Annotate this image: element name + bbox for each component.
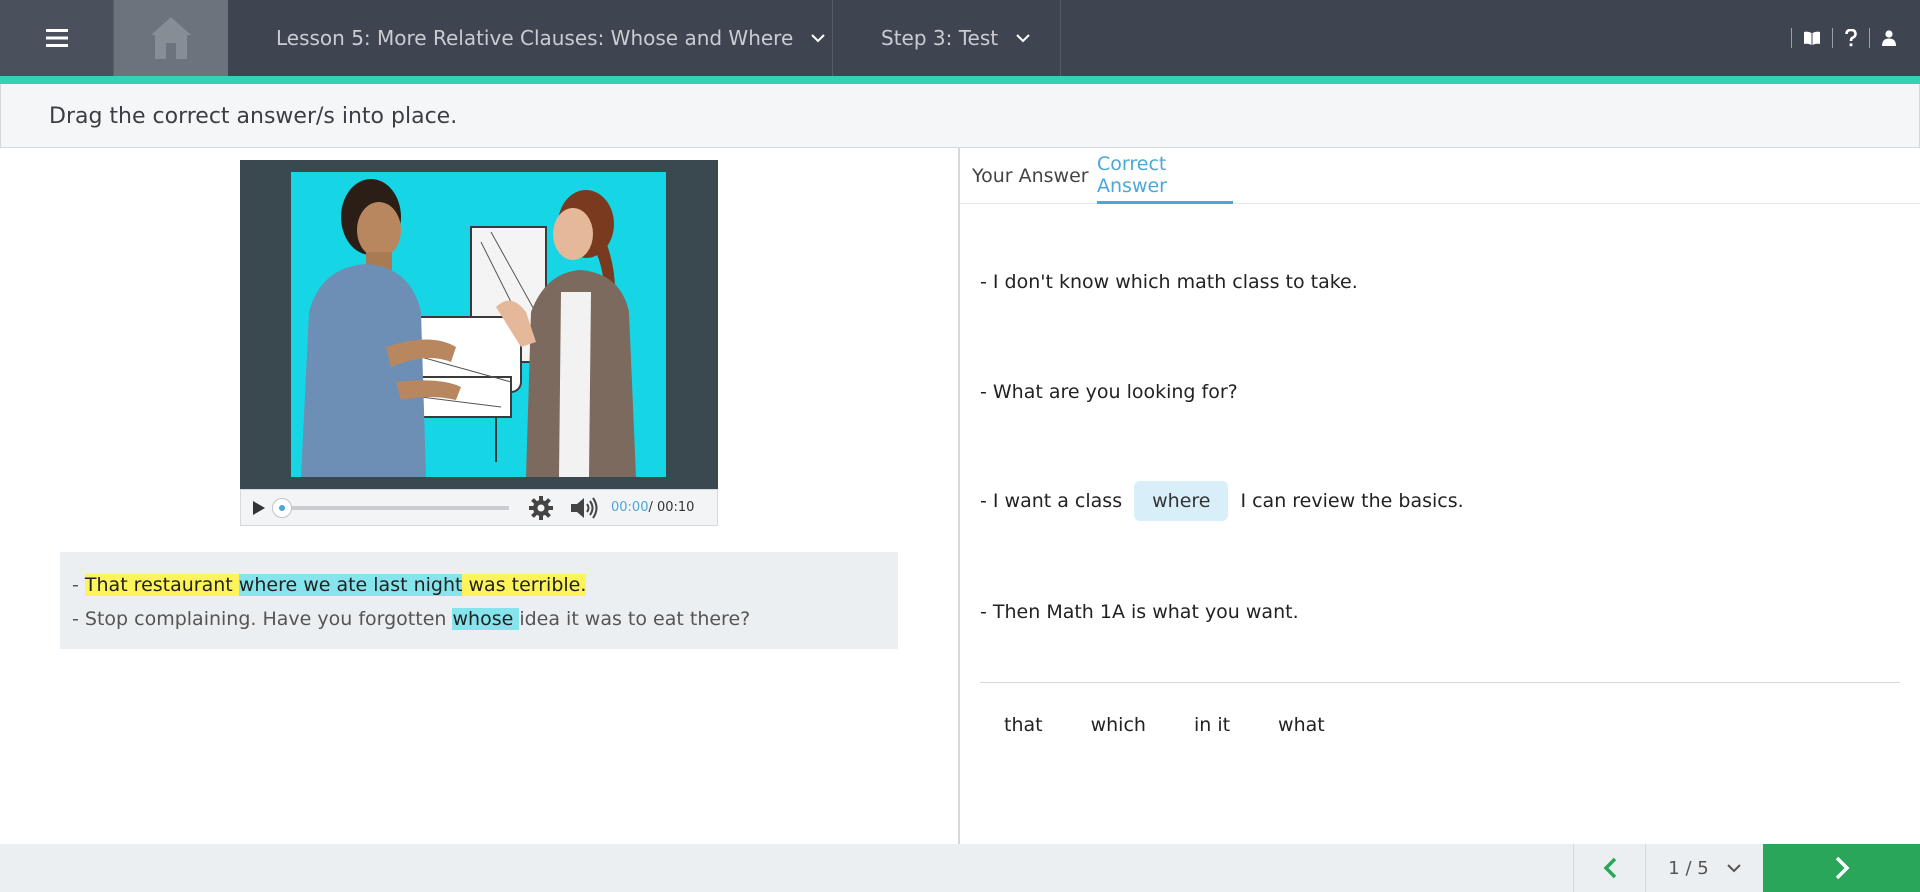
- dialogue-line-4: - Then Math 1A is what you want.: [980, 601, 1299, 623]
- lesson-dropdown[interactable]: Lesson 5: More Relative Clauses: Whose a…: [228, 0, 833, 76]
- lesson-title: Lesson 5: More Relative Clauses: Whose a…: [276, 26, 794, 50]
- chevron-down-icon: [1726, 863, 1741, 873]
- tab-your-answer[interactable]: Your Answer: [972, 148, 1089, 204]
- instruction-bar: Drag the correct answer/s into place.: [0, 84, 1920, 148]
- highlight-relative-clause: where we ate last night: [238, 574, 463, 596]
- chevron-down-icon: [1016, 33, 1030, 42]
- answer-tabs: Your Answer Correct Answer: [960, 148, 1920, 204]
- transcript-line-1: - That restaurant where we ate last nigh…: [72, 570, 886, 604]
- page-indicator: 1 / 5: [1668, 857, 1709, 879]
- line-dash: -: [72, 574, 85, 596]
- volume-icon: [571, 496, 598, 519]
- line-3-after: I can review the basics.: [1240, 490, 1464, 512]
- chevron-down-icon: [811, 33, 825, 42]
- highlight-main-clause: That restaurant: [84, 574, 239, 596]
- video-player[interactable]: 00:00/ 00:10: [240, 160, 718, 526]
- help-button[interactable]: [1845, 29, 1857, 47]
- video-progress-slider[interactable]: [272, 497, 509, 518]
- page-selector[interactable]: 1 / 5: [1645, 844, 1763, 892]
- transcript-line-2: - Stop complaining. Have you forgotten w…: [72, 604, 886, 638]
- time-display: 00:00/ 00:10: [611, 500, 694, 515]
- highlight-main-clause-end: was terrible.: [462, 574, 587, 596]
- play-button[interactable]: [253, 500, 265, 515]
- progress-handle[interactable]: [272, 497, 292, 518]
- step-dropdown[interactable]: Step 3: Test: [833, 0, 1061, 76]
- video-frame[interactable]: [291, 172, 666, 477]
- top-bar: Lesson 5: More Relative Clauses: Whose a…: [0, 0, 1920, 76]
- menu-button[interactable]: [0, 0, 114, 76]
- book-icon: [1804, 31, 1820, 45]
- gear-icon: [529, 495, 553, 520]
- panel-divider: [958, 148, 960, 844]
- line-text: - Stop complaining. Have you forgotten: [72, 608, 453, 630]
- word-bank-divider: [980, 682, 1900, 683]
- current-time: 00:00: [611, 500, 649, 515]
- bottom-bar: 1 / 5: [0, 844, 1920, 892]
- question-icon: [1845, 29, 1857, 47]
- dialogue-line-2: - What are you looking for?: [980, 381, 1238, 403]
- line-text-end: idea it was to eat there?: [519, 608, 751, 630]
- separator: [1869, 28, 1870, 48]
- highlight-whose: whose: [452, 608, 520, 630]
- home-icon: [151, 17, 191, 59]
- glossary-button[interactable]: [1804, 31, 1820, 45]
- duration: / 00:10: [648, 500, 695, 515]
- video-still: [291, 172, 666, 477]
- play-icon: [253, 500, 265, 515]
- hamburger-icon: [45, 29, 68, 47]
- dialogue-line-3: - I want a class where I can review the …: [980, 481, 1464, 521]
- settings-button[interactable]: [529, 495, 553, 520]
- next-button[interactable]: [1763, 844, 1920, 892]
- video-controls: 00:00/ 00:10: [240, 489, 718, 526]
- word-chip-what[interactable]: what: [1254, 706, 1349, 744]
- step-title: Step 3: Test: [881, 26, 999, 50]
- header-tools: [1779, 0, 1920, 76]
- word-chip-in-it[interactable]: in it: [1170, 706, 1254, 744]
- user-icon: [1882, 30, 1896, 46]
- tab-correct-answer[interactable]: Correct Answer: [1097, 148, 1233, 204]
- home-button[interactable]: [114, 0, 228, 76]
- chevron-left-icon: [1603, 857, 1616, 879]
- answer-drop-zone[interactable]: where: [1134, 481, 1229, 521]
- dialogue-line-1: - I don't know which math class to take.: [980, 271, 1358, 293]
- profile-button[interactable]: [1882, 30, 1896, 46]
- transcript-box: - That restaurant where we ate last nigh…: [60, 552, 898, 649]
- line-3-before: - I want a class: [980, 490, 1123, 512]
- separator: [1832, 28, 1833, 48]
- instruction-text: Drag the correct answer/s into place.: [49, 104, 458, 129]
- chevron-right-icon: [1835, 856, 1849, 880]
- separator: [1791, 28, 1792, 48]
- volume-button[interactable]: [569, 496, 599, 520]
- word-chip-which[interactable]: which: [1067, 706, 1170, 744]
- word-chip-that[interactable]: that: [980, 706, 1067, 744]
- word-bank: that which in it what: [980, 706, 1349, 744]
- previous-button[interactable]: [1573, 844, 1645, 892]
- accent-stripe: [0, 76, 1920, 84]
